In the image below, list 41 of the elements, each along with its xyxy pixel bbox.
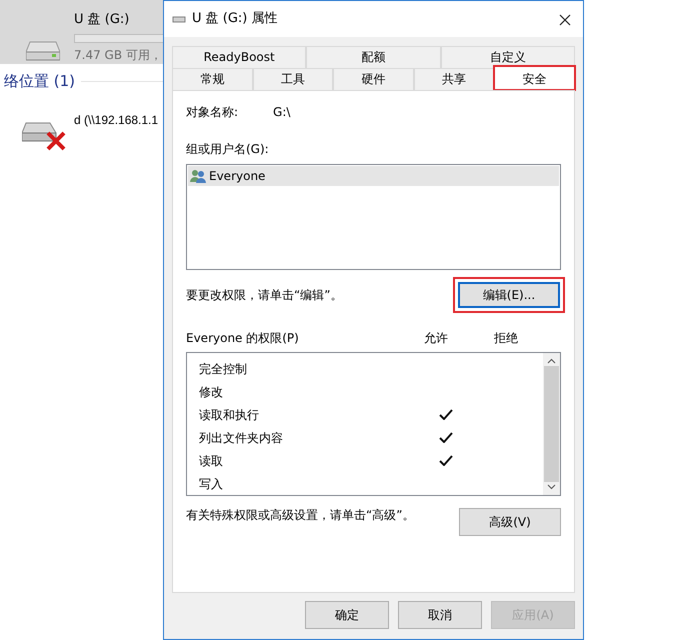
permission-name: 完全控制: [199, 360, 248, 378]
advanced-button[interactable]: 高级(V): [459, 508, 561, 536]
object-name-label: 对象名称:: [186, 104, 238, 121]
section-heading: 络位置 (1): [4, 71, 76, 92]
window-title: U 盘 (G:) 属性: [192, 10, 279, 28]
scroll-down-icon[interactable]: [547, 484, 556, 490]
tab[interactable]: 安全: [494, 66, 575, 90]
object-name-value: G:\: [273, 104, 290, 121]
close-icon: [559, 14, 571, 26]
permission-name: 列出文件夹内容: [199, 430, 284, 446]
network-drive-name: d (\\192.168.1.1: [74, 112, 158, 128]
drive-item[interactable]: U 盘 (G:) 7.47 GB 可用，: [0, 0, 163, 64]
tab[interactable]: 常规: [172, 68, 253, 90]
edit-hint: 要更改权限，请单击“编辑”。: [186, 287, 342, 304]
dialog-button[interactable]: 取消: [398, 601, 482, 629]
tab[interactable]: 共享: [414, 68, 494, 90]
tab[interactable]: 工具: [252, 68, 334, 90]
permission-name: 读取和执行: [199, 406, 260, 424]
permission-name: 修改: [199, 384, 224, 400]
permission-name: 读取: [199, 452, 224, 470]
allow-column-header: 允许: [424, 330, 449, 347]
free-space-text: 7.47 GB 可用，: [74, 47, 163, 64]
scrollbar[interactable]: [543, 353, 560, 495]
user-list-item[interactable]: Everyone: [188, 166, 559, 186]
drive-icon: [26, 40, 60, 62]
tab[interactable]: 自定义: [440, 46, 575, 68]
advanced-hint: 有关特殊权限或高级设置，请单击“高级”。: [186, 507, 414, 524]
network-drive-item[interactable]: d (\\192.168.1.1: [0, 92, 163, 150]
drive-icon: [172, 15, 186, 23]
tab[interactable]: ReadyBoost: [172, 46, 306, 68]
groups-label: 组或用户名(G):: [186, 141, 270, 158]
permission-name: 写入: [199, 476, 224, 492]
scroll-up-icon[interactable]: [547, 358, 556, 364]
deny-column-header: 拒绝: [494, 330, 518, 347]
permissions-label: Everyone 的权限(P): [186, 330, 300, 347]
tab[interactable]: 硬件: [333, 68, 414, 90]
users-icon: [190, 169, 207, 183]
tab[interactable]: 配额: [306, 46, 441, 68]
user-name: Everyone: [209, 168, 266, 185]
dialog-button[interactable]: 确定: [305, 601, 389, 629]
drive-name: U 盘 (G:): [74, 11, 130, 29]
